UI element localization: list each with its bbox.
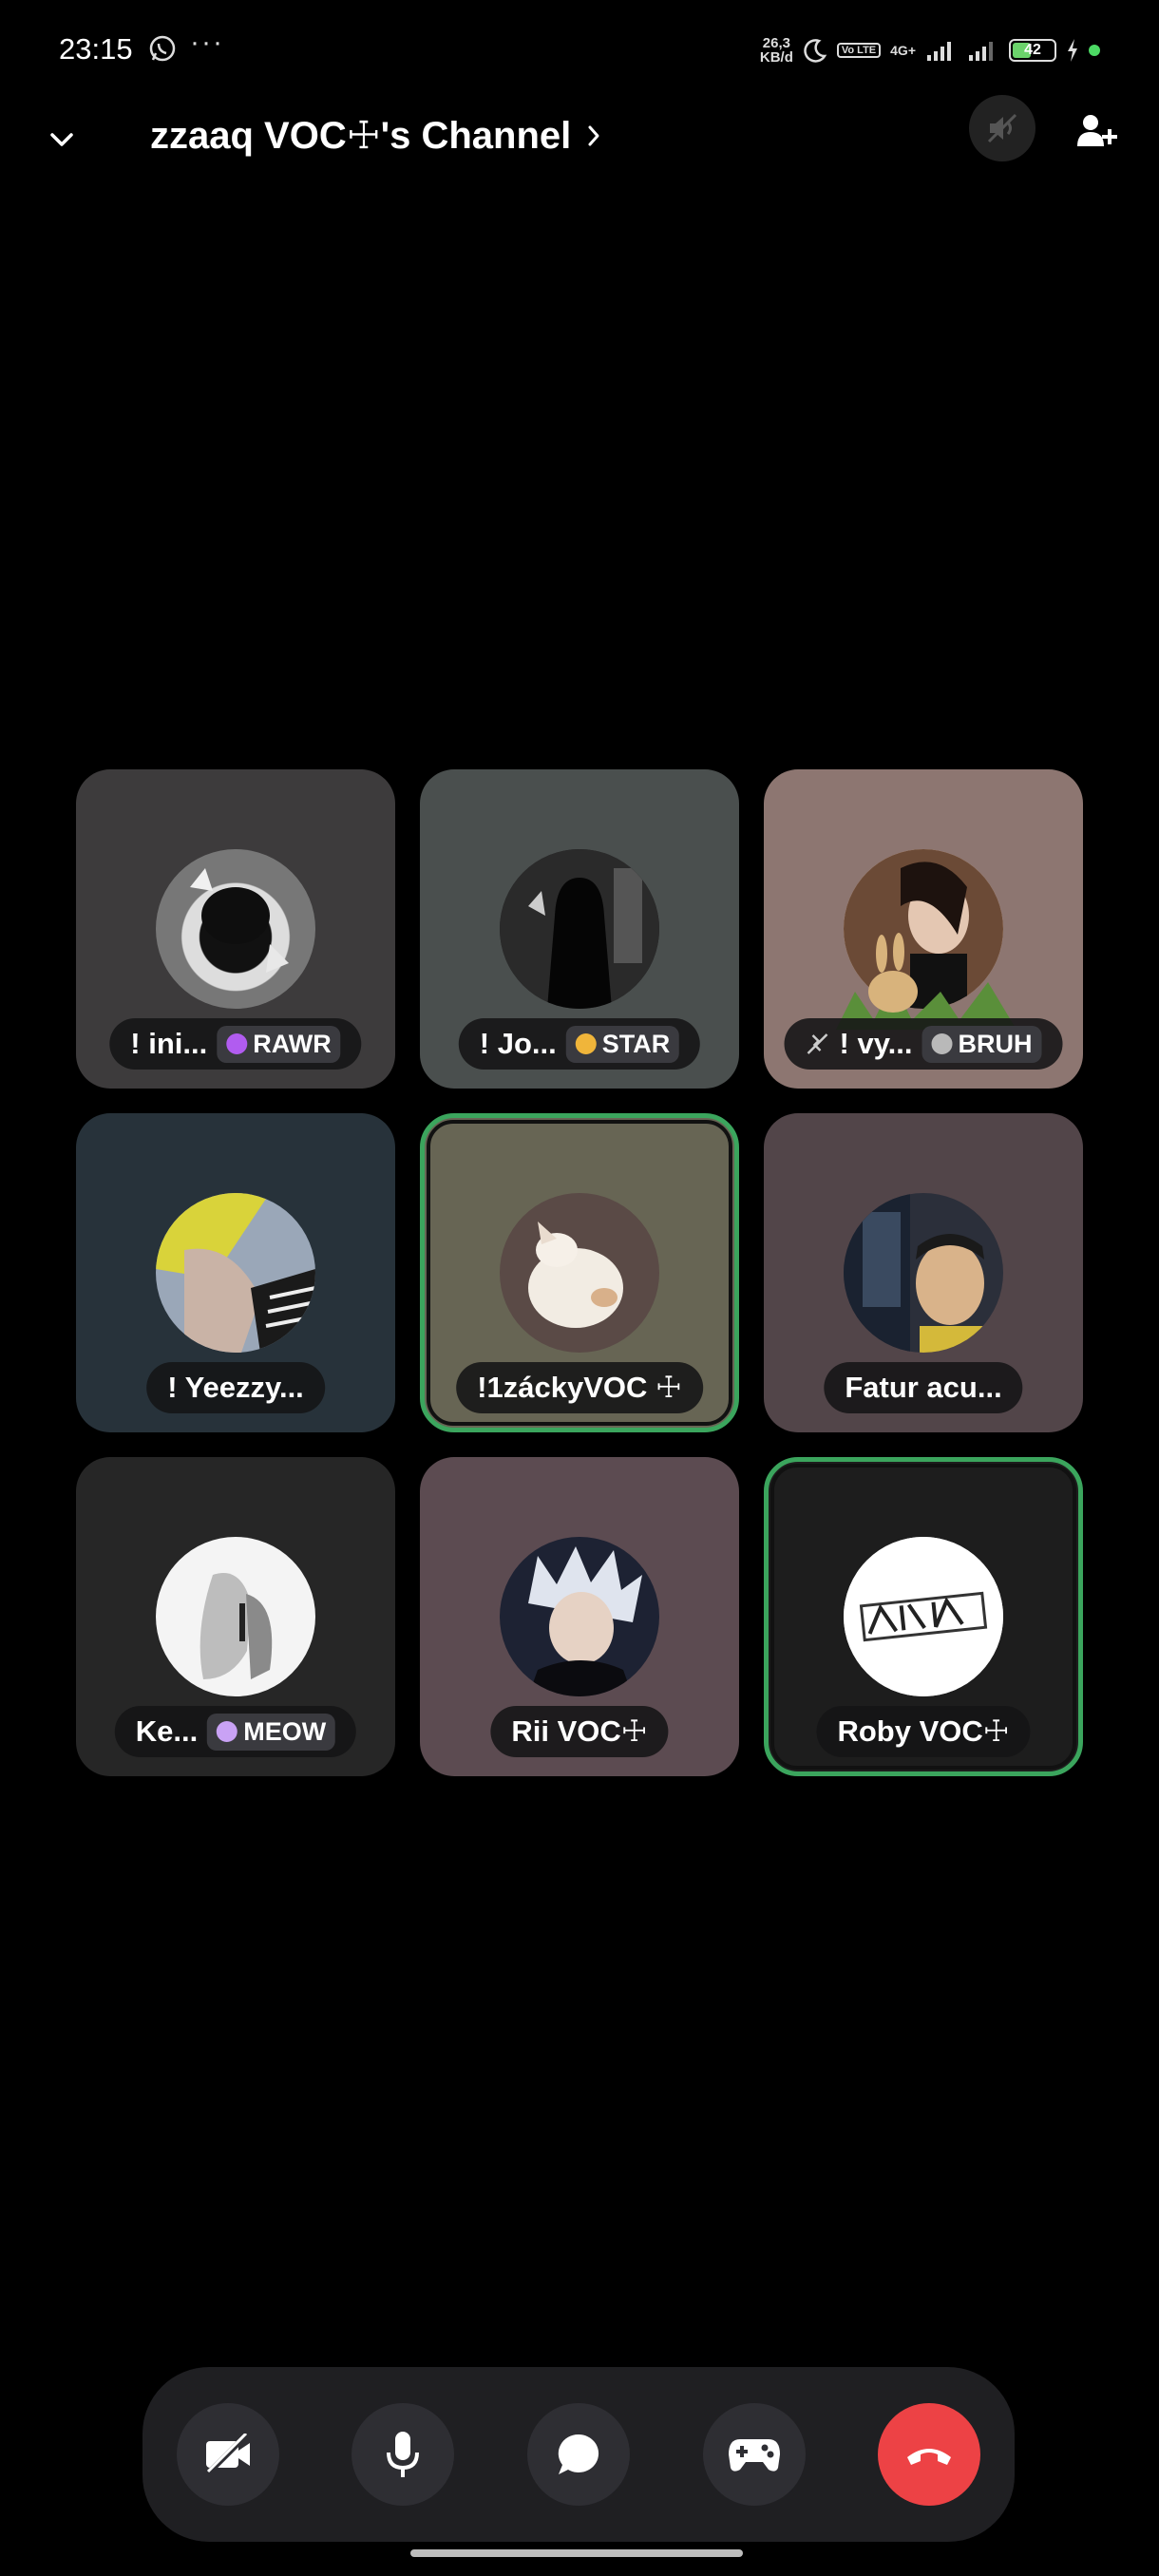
clan-tag-label: RAWR [253,1029,332,1058]
chat-bubble-icon [558,2434,599,2474]
toggle-video-button[interactable] [177,2403,279,2506]
status-bar: 23:15 ··· 26,3 KB/d Vo LTE 4G+ 42 [0,0,1159,95]
nameplate: Roby VOC☩ [816,1706,1031,1757]
nameplate: !1záckyVOC ☩ [456,1362,703,1413]
nameplate: ! vy... BRUH [784,1018,1063,1070]
clan-tag: MEOW [207,1713,336,1751]
participant-tile[interactable]: Ke... MEOW [76,1457,395,1776]
nameplate: Ke... MEOW [114,1706,357,1757]
camera-off-icon [205,2434,250,2475]
system-icons: 26,3 KB/d Vo LTE 4G+ 42 [760,34,1100,66]
participant-name: ! Jo... [479,1027,557,1060]
chat-button[interactable] [527,2403,630,2506]
clock: 23:15 [59,32,133,66]
clan-tag-label: STAR [601,1029,671,1058]
activities-button[interactable] [703,2403,806,2506]
clan-tag: BRUH [922,1025,1042,1063]
home-indicator[interactable] [410,2549,743,2557]
call-header: zzaaq VOC☩'s Channel [0,95,1159,199]
channel-title[interactable]: zzaaq VOC☩'s Channel [150,114,601,158]
participant-tile[interactable]: Fatur acu... [764,1113,1083,1432]
avatar [500,849,659,1009]
call-controls [142,2367,1015,2542]
chevron-right-icon [588,125,599,146]
participant-tile-speaking[interactable]: Roby VOC☩ [764,1457,1083,1776]
volte-badge: Vo LTE [836,43,882,58]
gamepad-icon [729,2439,780,2472]
clan-tag: RAWR [217,1025,341,1063]
rabbit-decoration [836,933,1016,1030]
avatar [156,1193,315,1353]
nameplate: ! Yeezzy... [146,1362,325,1413]
hang-up-button[interactable] [878,2403,980,2506]
nameplate: ! Jo... STAR [458,1018,701,1070]
privacy-indicator [1089,45,1100,56]
network-type: 4G+ [890,43,916,58]
nameplate: Rii VOC☩ [490,1706,669,1757]
participant-name: Fatur acu... [845,1371,1002,1404]
clan-badge-icon [575,1033,597,1054]
deafened-icon [807,1033,828,1054]
clan-badge-icon [226,1033,248,1054]
signal-icon-2 [969,42,993,61]
channel-name: zzaaq VOC☩'s Channel [150,115,572,157]
participant-tile[interactable]: ! vy... BRUH [764,769,1083,1089]
nameplate: ! ini... RAWR [109,1018,362,1070]
chevron-down-icon [50,133,73,146]
clan-badge-icon [931,1033,953,1054]
participant-name: Roby VOC☩ [837,1714,1010,1748]
participant-tile[interactable]: ! Jo... STAR [420,769,739,1089]
avatar [156,849,315,1009]
moon-icon [804,39,827,63]
battery-level: 42 [1024,42,1041,58]
participant-tile[interactable]: ! ini... RAWR [76,769,395,1089]
speaker-muted-icon [987,113,1017,143]
avatar [836,849,1016,1030]
speaker-button[interactable] [969,95,1036,161]
avatar [844,1537,1003,1696]
participant-name: ! Yeezzy... [167,1371,304,1404]
avatar [844,1193,1003,1353]
clan-tag-label: BRUH [958,1029,1033,1058]
participant-name: ! ini... [130,1027,208,1060]
microphone-button[interactable] [352,2403,454,2506]
participant-tile[interactable]: ! Yeezzy... [76,1113,395,1432]
participant-tile[interactable]: Rii VOC☩ [420,1457,739,1776]
invite-button[interactable] [1070,104,1123,158]
more-dots-icon: ··· [190,27,224,58]
battery-icon: 42 [1009,39,1056,62]
participant-name: !1záckyVOC ☩ [477,1371,682,1404]
participant-name: Ke... [135,1714,199,1748]
hang-up-icon [907,2449,951,2465]
avatar [500,1193,659,1353]
collapse-button[interactable] [38,116,86,163]
participant-tile-speaking[interactable]: !1záckyVOC ☩ [420,1113,739,1432]
clan-badge-icon [217,1721,238,1742]
avatar [156,1537,315,1696]
signal-icon [927,42,951,61]
network-speed: 26,3 KB/d [759,35,793,66]
participant-name: Rii VOC☩ [511,1714,648,1748]
microphone-icon [387,2432,419,2477]
charging-icon [1068,39,1077,62]
participant-name: ! vy... [839,1027,913,1060]
clan-tag: STAR [565,1025,680,1063]
nameplate: Fatur acu... [824,1362,1023,1413]
whatsapp-icon [149,35,176,62]
clan-tag-label: MEOW [243,1716,327,1746]
avatar [500,1537,659,1696]
add-person-icon [1077,115,1117,146]
